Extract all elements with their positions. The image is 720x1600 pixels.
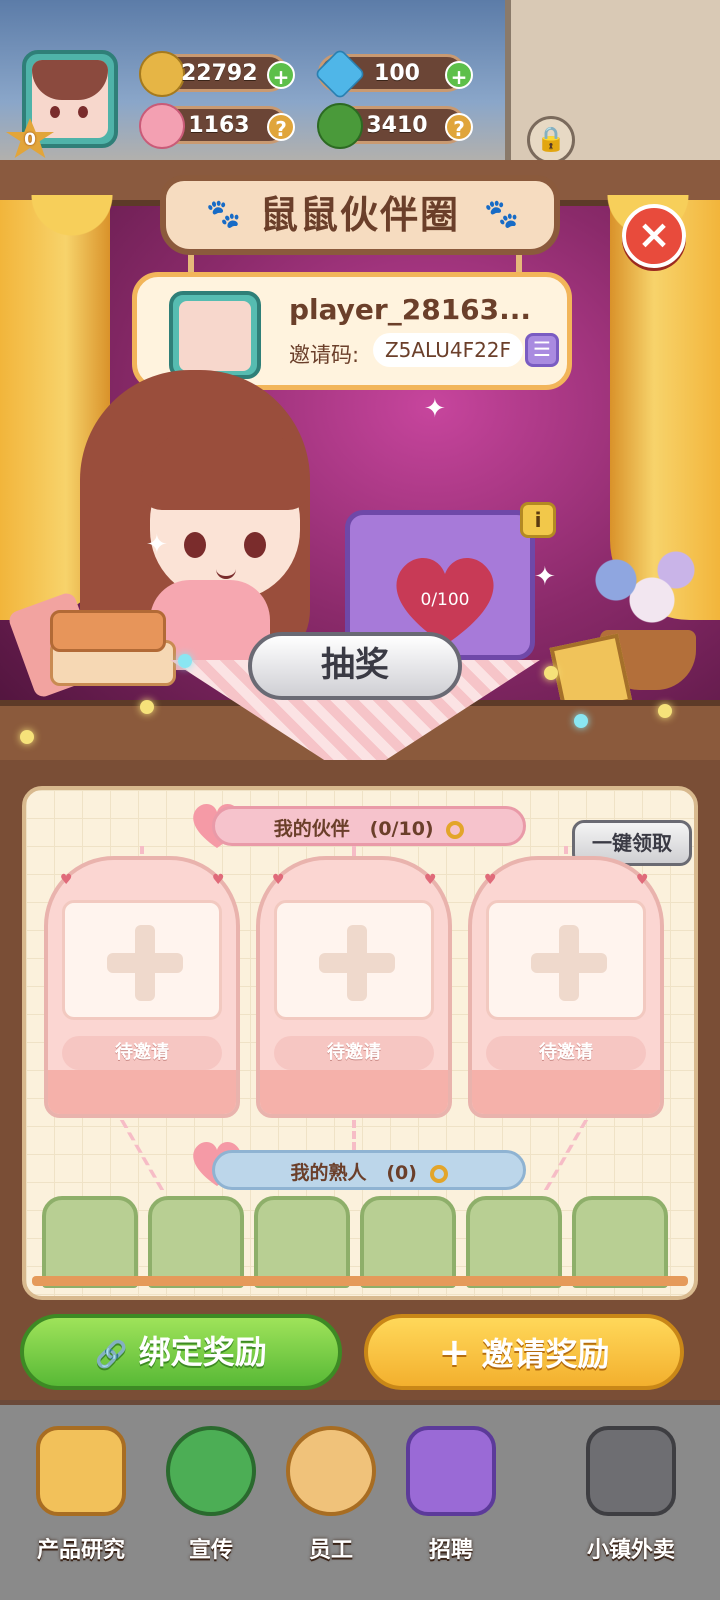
connector-line (352, 1120, 356, 1150)
close-button[interactable]: × (622, 204, 686, 268)
nav-label: 员工 (308, 1538, 353, 1563)
slot-status: 待邀请 (274, 1036, 434, 1070)
fairy-light (544, 666, 558, 680)
heart-icon: ♥ (424, 872, 437, 888)
heart-icon: ♥ (636, 872, 649, 888)
nav-research[interactable]: 产品研究 (26, 1420, 136, 1570)
flowers-counter: 1163 ? (139, 103, 295, 149)
flower-icon (139, 103, 185, 149)
acquaintances-count: (0) (386, 1162, 417, 1184)
megaphone-icon (166, 1426, 256, 1516)
fairy-light (658, 704, 672, 718)
seeds-value: 22792 (181, 61, 258, 86)
draw-button[interactable]: 抽奖 (248, 632, 462, 700)
heart-icon: ♥ (60, 872, 73, 888)
partner-slot[interactable]: ♥ ♥ 待邀请 (468, 856, 664, 1118)
nav-delivery[interactable]: 小镇外卖 (576, 1420, 686, 1570)
partners-count: (0/10) (369, 818, 434, 840)
bind-reward-button[interactable]: 🔗 绑定奖励 (20, 1314, 342, 1390)
partner-slot[interactable]: ♥ ♥ 待邀请 (44, 856, 240, 1118)
acquaintance-slot[interactable] (466, 1196, 562, 1288)
invite-code-label: 邀请码: (289, 343, 360, 367)
fairy-light (140, 700, 154, 714)
info-button[interactable]: i (520, 502, 556, 538)
heart-icon: ♥ (272, 872, 285, 888)
invite-reward-label: 邀请奖励 (481, 1335, 610, 1373)
heart-icon: ♥ (212, 872, 225, 888)
locked-delivery-icon (586, 1426, 676, 1516)
copy-icon[interactable]: ☰ (525, 333, 559, 367)
seed-icon (139, 51, 185, 97)
player-name: player_28163... (289, 293, 532, 326)
character-bangs (140, 430, 310, 510)
level-badge: 0 (6, 118, 54, 158)
seeds-counter: 22792 + (139, 51, 295, 97)
nav-label: 产品研究 (36, 1538, 125, 1563)
slot-status: 待邀请 (62, 1036, 222, 1070)
gems-counter: 100 + (313, 47, 473, 101)
flowers-value: 1163 (188, 113, 250, 138)
lock-icon: 🔒 (527, 116, 575, 164)
search-icon[interactable] (446, 820, 465, 839)
nav-label: 小镇外卖 (586, 1538, 675, 1563)
partners-header: 我的伙伴 (0/10) (212, 806, 526, 846)
partner-slot[interactable]: ♥ ♥ 待邀请 (256, 856, 452, 1118)
research-icon (36, 1426, 126, 1516)
chest-progress: 0/100 (420, 590, 470, 610)
sparkle-icon: ✦ (424, 394, 446, 424)
invite-reward-button[interactable]: + 邀请奖励 (364, 1314, 684, 1390)
add-gems-button[interactable]: + (445, 61, 473, 89)
clovers-value: 3410 (366, 113, 428, 138)
acquaintance-slot[interactable] (254, 1196, 350, 1288)
acquaintance-slot[interactable] (572, 1196, 668, 1288)
plus-icon: + (438, 1330, 471, 1374)
paw-icon: 🐾 (206, 197, 241, 230)
clovers-help-button[interactable]: ? (445, 113, 473, 141)
paw-icon: 🐾 (484, 197, 519, 230)
sparkle-icon: ✦ (146, 530, 168, 560)
fairy-light (574, 714, 588, 728)
nav-recruit[interactable]: 招聘 (396, 1420, 506, 1570)
flowers-help-button[interactable]: ? (267, 113, 295, 141)
bind-reward-label: 绑定奖励 (138, 1333, 267, 1371)
link-icon: 🔗 (95, 1340, 128, 1370)
search-icon[interactable] (429, 1164, 448, 1183)
acquaintances-header: 我的熟人 (0) (212, 1150, 526, 1190)
fairy-light (20, 730, 34, 744)
player-card-avatar (169, 291, 261, 379)
add-seeds-button[interactable]: + (267, 61, 295, 89)
sparkle-icon: ✦ (534, 562, 556, 592)
acquaintances-label: 我的熟人 (290, 1162, 367, 1184)
nav-label: 招聘 (428, 1538, 473, 1563)
clovers-counter: 3410 ? (317, 103, 473, 149)
nav-promote[interactable]: 宣传 (156, 1420, 266, 1570)
nav-staff[interactable]: 员工 (276, 1420, 386, 1570)
clover-icon (317, 103, 363, 149)
gems-value: 100 (374, 61, 420, 86)
heart-icon: ♥ (484, 872, 497, 888)
recruit-icon (406, 1426, 496, 1516)
acquaintance-slot[interactable] (360, 1196, 456, 1288)
grass-strip (32, 1276, 688, 1286)
invite-code-value: Z5ALU4F22F (373, 333, 523, 367)
level-value: 0 (24, 130, 36, 150)
books-decoration (6, 590, 176, 700)
fairy-light (178, 654, 192, 668)
acquaintance-slot[interactable] (148, 1196, 244, 1288)
partners-label: 我的伙伴 (273, 818, 350, 840)
hamster-icon (286, 1426, 376, 1516)
acquaintance-slot[interactable] (42, 1196, 138, 1288)
title-board: 🐾 鼠鼠伙伴圈 🐾 (160, 175, 560, 255)
nav-label: 宣传 (188, 1538, 233, 1563)
slot-status: 待邀请 (486, 1036, 646, 1070)
